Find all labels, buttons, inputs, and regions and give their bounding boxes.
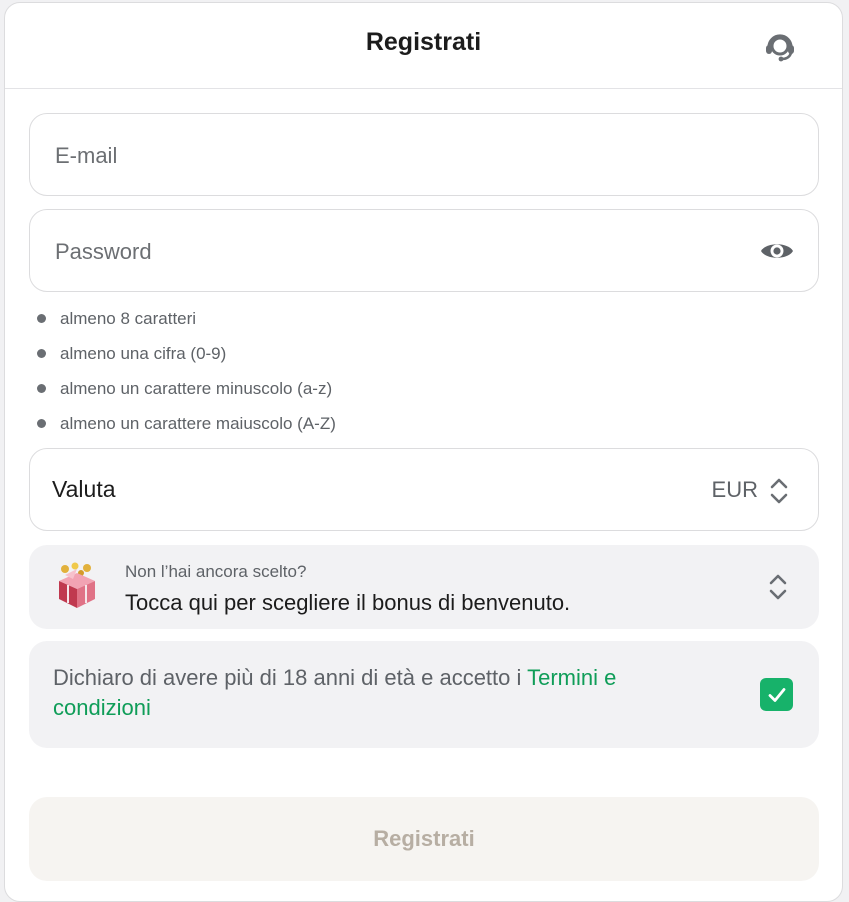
terms-checkbox[interactable] (760, 678, 793, 711)
eye-icon[interactable] (760, 237, 794, 265)
terms-text: Dichiaro di avere più di 18 anni di età … (53, 665, 617, 720)
password-rule: almeno un carattere maiuscolo (A-Z) (36, 413, 336, 448)
sort-icon (767, 572, 789, 602)
password-rule: almeno un carattere minuscolo (a-z) (36, 378, 336, 413)
currency-select[interactable]: Valuta EUR (29, 448, 819, 531)
bullet-icon (37, 314, 46, 323)
gift-icon (51, 561, 103, 611)
password-field[interactable] (53, 210, 757, 293)
checkmark-icon (768, 687, 785, 702)
bonus-cta: Tocca qui per scegliere il bonus di benv… (125, 590, 571, 615)
password-rule: almeno 8 caratteri (36, 308, 336, 343)
password-rule: almeno una cifra (0-9) (36, 343, 336, 378)
sort-icon (768, 476, 790, 506)
bullet-icon (37, 419, 46, 428)
page-title: Registrati (365, 28, 482, 56)
bullet-icon (37, 384, 46, 393)
currency-label: Valuta (52, 476, 116, 502)
email-field[interactable] (53, 114, 757, 197)
email-field-container (29, 113, 819, 197)
bullet-icon (37, 349, 46, 358)
register-button[interactable]: Registrati (29, 797, 819, 881)
registration-card: Registrati almeno 8 ca (4, 2, 843, 902)
headset-icon[interactable] (761, 27, 799, 65)
currency-value: EUR (711, 477, 758, 502)
password-rules: almeno 8 caratteri almeno una cifra (0-9… (36, 308, 336, 448)
header: Registrati (5, 3, 842, 89)
password-field-container (29, 209, 819, 293)
bonus-hint: Non l’hai ancora scelto? (125, 562, 307, 581)
bonus-selector[interactable]: Non l’hai ancora scelto? Tocca qui per s… (29, 545, 819, 629)
terms-agreement: Dichiaro di avere più di 18 anni di età … (29, 641, 819, 748)
